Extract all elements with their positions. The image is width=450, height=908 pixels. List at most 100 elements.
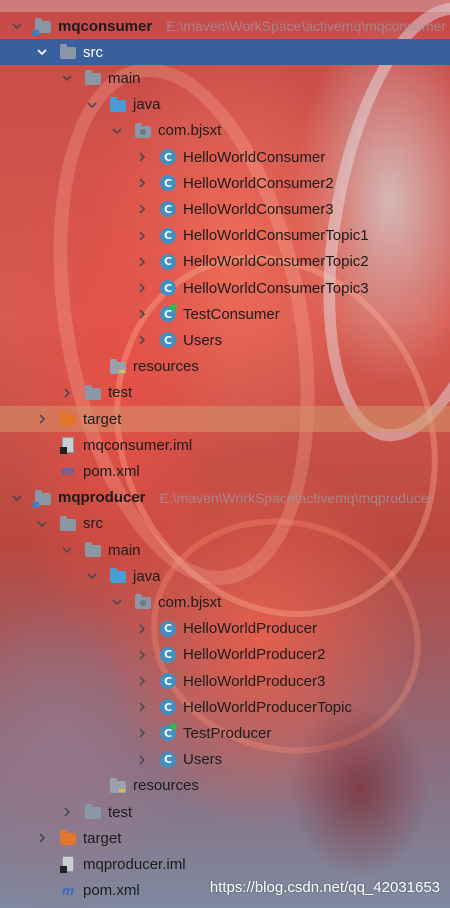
package-icon bbox=[134, 593, 152, 611]
tree-row-class-helloworldproducer2[interactable]: C HelloWorldProducer2 bbox=[0, 642, 450, 668]
chevron-right-icon[interactable] bbox=[135, 648, 149, 662]
tree-row-package-com-bjsxt[interactable]: com.bjsxt bbox=[0, 118, 450, 144]
chevron-right-icon[interactable] bbox=[135, 202, 149, 216]
tree-row-class-helloworldproducer3[interactable]: C HelloWorldProducer3 bbox=[0, 668, 450, 694]
chevron-down-icon[interactable] bbox=[85, 98, 99, 112]
tree-row-folder-resources[interactable]: resources bbox=[0, 354, 450, 380]
tree-row-folder-main[interactable]: main bbox=[0, 65, 450, 91]
tree-row-class-helloworldproducertopic[interactable]: C HelloWorldProducerTopic bbox=[0, 694, 450, 720]
tree-row-module-mqconsumer[interactable]: mqconsumer E:\maven\WorkSpace\activemq\mq… bbox=[0, 13, 450, 39]
tree-row-folder-java[interactable]: java bbox=[0, 92, 450, 118]
tree-row-class-users[interactable]: C Users bbox=[0, 747, 450, 773]
chevron-right-icon[interactable] bbox=[135, 150, 149, 164]
tree-row-label: TestConsumer bbox=[183, 305, 280, 323]
chevron-right-icon[interactable] bbox=[135, 307, 149, 321]
folder-icon bbox=[59, 43, 77, 61]
chevron-right-icon[interactable] bbox=[60, 386, 74, 400]
tree-row-label: target bbox=[83, 829, 122, 847]
chevron-right-icon[interactable] bbox=[135, 255, 149, 269]
tree-row-package-com-bjsxt[interactable]: com.bjsxt bbox=[0, 589, 450, 615]
source-folder-icon bbox=[109, 567, 127, 585]
tree-row-label: Users bbox=[183, 331, 223, 349]
chevron-right-icon[interactable] bbox=[135, 176, 149, 190]
tree-row-folder-resources[interactable]: resources bbox=[0, 773, 450, 799]
tree-row-file-pom-xml[interactable]: m pom.xml bbox=[0, 458, 450, 484]
tree-row-class-helloworldconsumertopic3[interactable]: C HelloWorldConsumerTopic3 bbox=[0, 275, 450, 301]
module-folder-icon bbox=[33, 17, 52, 36]
package-icon bbox=[134, 122, 152, 140]
tree-row-class-testproducer[interactable]: C TestProducer bbox=[0, 720, 450, 746]
java-class-icon: C bbox=[159, 253, 177, 271]
chevron-right-icon[interactable] bbox=[135, 229, 149, 243]
iml-file-icon bbox=[59, 855, 77, 874]
java-class-icon: C bbox=[159, 751, 177, 769]
chevron-down-icon[interactable] bbox=[60, 543, 74, 557]
chevron-down-icon[interactable] bbox=[110, 595, 124, 609]
tree-row-label: TestProducer bbox=[183, 724, 272, 742]
tree-row-label: resources bbox=[133, 358, 199, 376]
tree-row-folder-main[interactable]: main bbox=[0, 537, 450, 563]
java-class-icon: C bbox=[159, 148, 177, 166]
java-class-icon: C bbox=[159, 698, 177, 716]
chevron-right-icon[interactable] bbox=[135, 281, 149, 295]
tree-row-label: HelloWorldProducer2 bbox=[183, 646, 326, 664]
maven-pom-icon: m bbox=[61, 883, 75, 898]
arrow-spacer bbox=[35, 857, 49, 871]
chevron-down-icon[interactable] bbox=[35, 517, 49, 531]
chevron-right-icon[interactable] bbox=[135, 726, 149, 740]
tree-row-class-helloworldconsumertopic2[interactable]: C HelloWorldConsumerTopic2 bbox=[0, 249, 450, 275]
folder-icon bbox=[84, 803, 102, 821]
tree-row-class-helloworldconsumer[interactable]: C HelloWorldConsumer bbox=[0, 144, 450, 170]
tree-row-label: HelloWorldConsumerTopic2 bbox=[183, 253, 369, 271]
java-class-icon: C bbox=[159, 331, 177, 349]
tree-row-label: java bbox=[133, 96, 161, 114]
tree-row-label: com.bjsxt bbox=[158, 122, 222, 140]
module-folder-icon bbox=[33, 489, 52, 508]
chevron-right-icon[interactable] bbox=[135, 700, 149, 714]
chevron-right-icon[interactable] bbox=[135, 622, 149, 636]
folder-icon bbox=[84, 541, 102, 559]
chevron-down-icon[interactable] bbox=[85, 569, 99, 583]
tree-row-class-helloworldconsumer3[interactable]: C HelloWorldConsumer3 bbox=[0, 196, 450, 222]
chevron-down-icon[interactable] bbox=[110, 124, 124, 138]
chevron-right-icon[interactable] bbox=[35, 412, 49, 426]
project-tree[interactable]: mqconsumer E:\maven\WorkSpace\activemq\mq… bbox=[0, 0, 450, 908]
tree-row-class-testconsumer[interactable]: C TestConsumer bbox=[0, 301, 450, 327]
arrow-spacer bbox=[35, 438, 49, 452]
arrow-spacer bbox=[85, 779, 99, 793]
tree-row-folder-src[interactable]: src bbox=[0, 511, 450, 537]
tree-row-folder-target[interactable]: target bbox=[0, 825, 450, 851]
tree-row-folder-src[interactable]: src bbox=[0, 39, 450, 66]
chevron-down-icon[interactable] bbox=[10, 19, 24, 33]
tree-row-folder-java[interactable]: java bbox=[0, 563, 450, 589]
chevron-down-icon[interactable] bbox=[10, 491, 24, 505]
tree-row-label: HelloWorldConsumerTopic1 bbox=[183, 227, 369, 245]
iml-file-icon bbox=[59, 436, 77, 455]
tree-row-label: Users bbox=[183, 751, 223, 769]
excluded-folder-icon bbox=[59, 410, 77, 428]
tree-row-folder-target[interactable]: target bbox=[0, 406, 450, 432]
tree-row-label: mqconsumer.iml bbox=[83, 436, 193, 454]
folder-icon bbox=[84, 384, 102, 402]
java-main-class-icon: C bbox=[159, 304, 177, 323]
java-class-icon: C bbox=[159, 200, 177, 218]
tree-row-folder-test[interactable]: test bbox=[0, 799, 450, 825]
chevron-right-icon[interactable] bbox=[35, 831, 49, 845]
module-path: E:\maven\WorkSpace\activemq\mqproducer bbox=[159, 489, 434, 506]
arrow-spacer bbox=[35, 464, 49, 478]
tree-row-class-helloworldconsumer2[interactable]: C HelloWorldConsumer2 bbox=[0, 170, 450, 196]
tree-row-class-helloworldconsumertopic1[interactable]: C HelloWorldConsumerTopic1 bbox=[0, 223, 450, 249]
chevron-right-icon[interactable] bbox=[135, 333, 149, 347]
chevron-down-icon[interactable] bbox=[60, 71, 74, 85]
tree-row-module-mqproducer[interactable]: mqproducer E:\maven\WorkSpace\activemq\mq… bbox=[0, 485, 450, 511]
chevron-right-icon[interactable] bbox=[135, 753, 149, 767]
tree-row-class-helloworldproducer[interactable]: C HelloWorldProducer bbox=[0, 616, 450, 642]
tree-row-folder-test[interactable]: test bbox=[0, 380, 450, 406]
chevron-down-icon[interactable] bbox=[35, 45, 49, 59]
java-class-icon: C bbox=[159, 672, 177, 690]
tree-row-file-mqconsumer-iml[interactable]: mqconsumer.iml bbox=[0, 432, 450, 458]
chevron-right-icon[interactable] bbox=[60, 805, 74, 819]
tree-row-file-mqproducer-iml[interactable]: mqproducer.iml bbox=[0, 851, 450, 877]
chevron-right-icon[interactable] bbox=[135, 674, 149, 688]
tree-row-class-users[interactable]: C Users bbox=[0, 327, 450, 353]
